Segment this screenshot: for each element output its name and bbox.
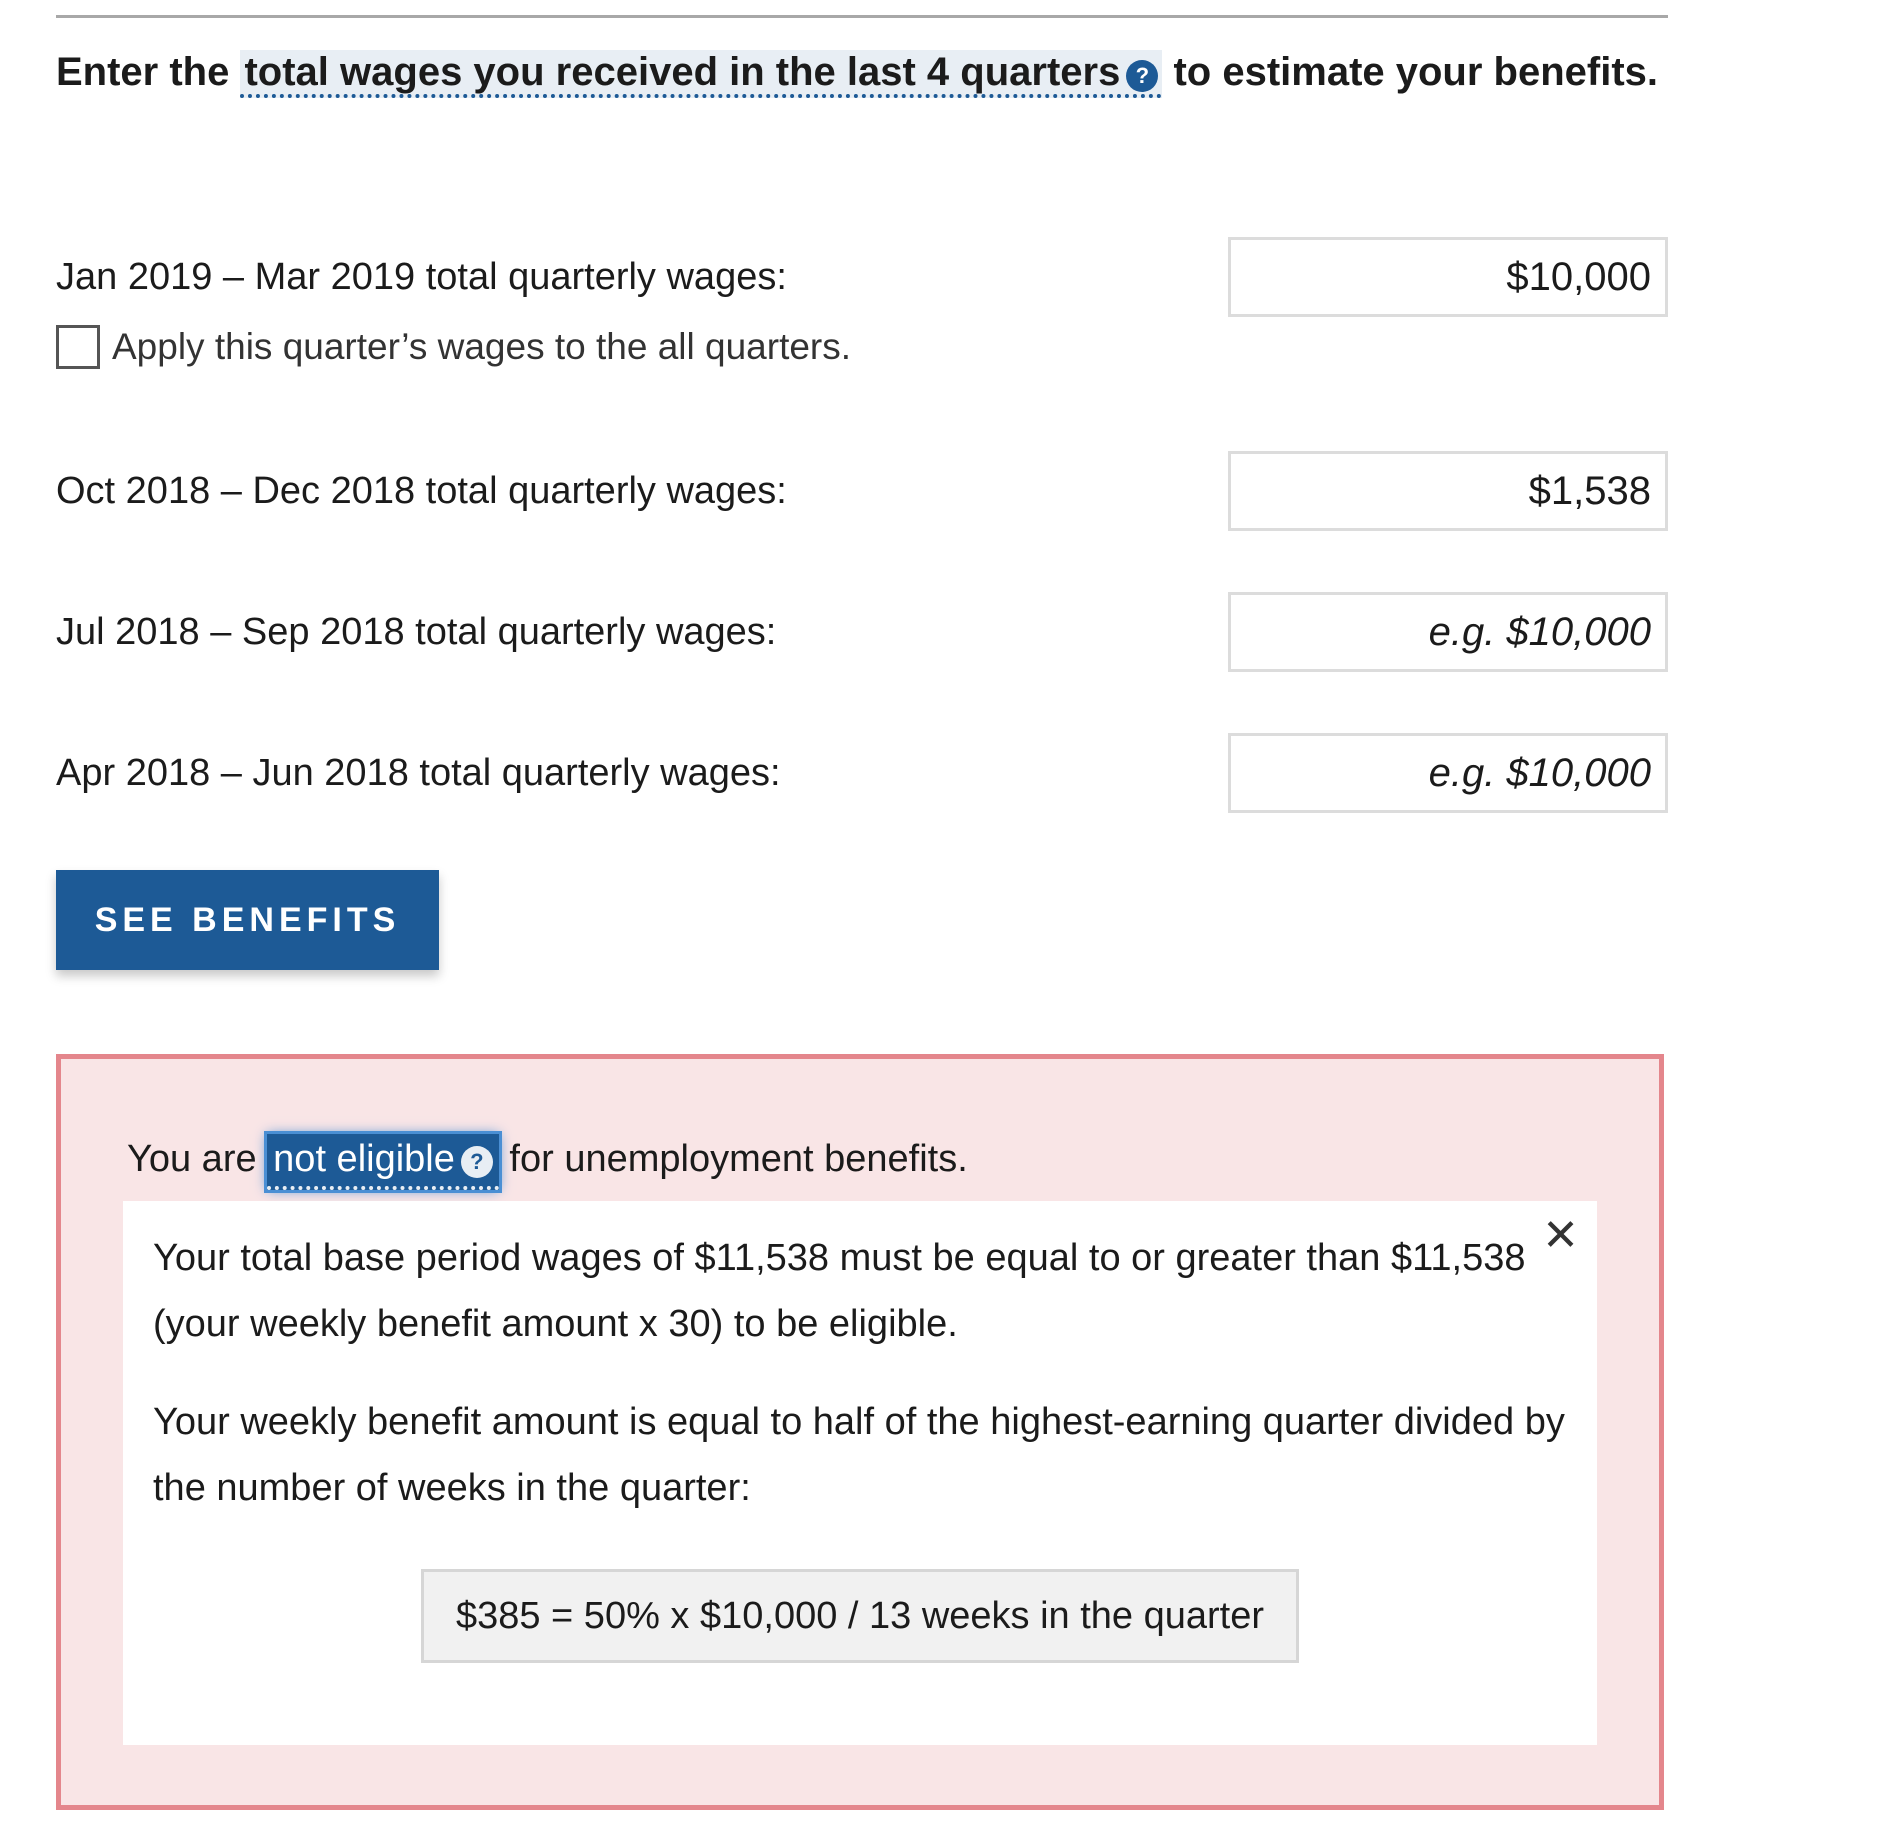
intro-suffix: to estimate your benefits. <box>1162 50 1659 94</box>
quarter-1-wages-input[interactable] <box>1228 237 1668 317</box>
quarter-4-wages-input[interactable] <box>1228 733 1668 813</box>
not-eligible-tooltip-term[interactable]: not eligible? <box>267 1134 499 1190</box>
quarter-2-label: Oct 2018 – Dec 2018 total quarterly wage… <box>56 470 787 512</box>
quarter-3-wages-input[interactable] <box>1228 592 1668 672</box>
base-period-explanation: Your total base period wages of $11,538 … <box>153 1237 1526 1345</box>
wages-tooltip-label: total wages you received in the last 4 q… <box>244 50 1121 94</box>
help-icon: ? <box>1126 60 1159 92</box>
benefit-formula: $385 = 50% x $10,000 / 13 weeks in the q… <box>421 1569 1299 1663</box>
quarter-4-label: Apr 2018 – Jun 2018 total quarterly wage… <box>56 752 781 794</box>
weekly-benefit-explanation: Your weekly benefit amount is equal to h… <box>153 1401 1565 1509</box>
apply-all-row[interactable]: Apply this quarter’s wages to the all qu… <box>56 325 851 369</box>
not-eligible-label: not eligible <box>273 1138 455 1180</box>
quarter-2-wages-input[interactable] <box>1228 451 1668 531</box>
eligibility-prefix: You are <box>127 1138 268 1180</box>
eligibility-statement: You are not eligible? for unemployment b… <box>127 1133 968 1190</box>
help-icon: ? <box>460 1146 493 1178</box>
top-divider <box>56 15 1668 18</box>
quarter-3-label: Jul 2018 – Sep 2018 total quarterly wage… <box>56 611 777 653</box>
eligibility-result-panel: You are not eligible? for unemployment b… <box>56 1054 1664 1810</box>
eligibility-suffix: for unemployment benefits. <box>498 1138 968 1180</box>
apply-all-checkbox[interactable] <box>56 325 100 369</box>
see-benefits-button[interactable]: SEE BENEFITS <box>56 870 439 970</box>
intro-prefix: Enter the <box>56 50 241 94</box>
wages-tooltip-term[interactable]: total wages you received in the last 4 q… <box>240 50 1163 98</box>
apply-all-label: Apply this quarter’s wages to the all qu… <box>112 326 852 367</box>
intro-heading: Enter the total wages you received in th… <box>56 44 1696 100</box>
eligibility-tooltip: ✕ Your total base period wages of $11,53… <box>123 1201 1597 1745</box>
quarter-1-label: Jan 2019 – Mar 2019 total quarterly wage… <box>56 256 787 298</box>
